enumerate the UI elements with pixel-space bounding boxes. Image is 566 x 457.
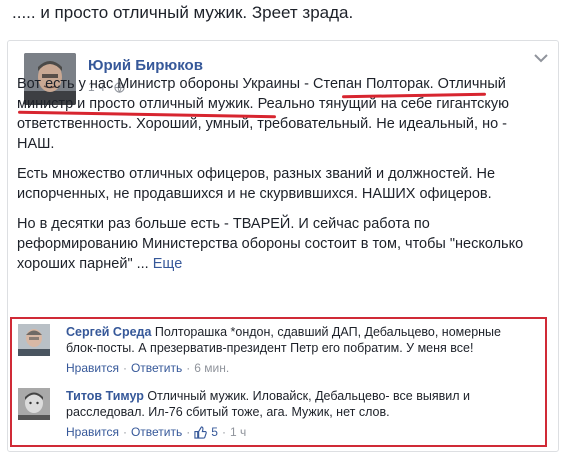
- thumbs-up-icon: [194, 425, 208, 439]
- post-body: Вот есть у нас Министр обороны Украины -…: [17, 74, 545, 284]
- commenter-name[interactable]: Сергей Среда: [66, 325, 151, 339]
- post-paragraph: Есть множество отличных офицеров, разных…: [17, 166, 496, 202]
- commenter-name[interactable]: Титов Тимур: [66, 389, 144, 403]
- comment-time[interactable]: 6 мин.: [194, 360, 229, 376]
- comment-text: Сергей Среда Полторашка *ондон, сдавший …: [66, 325, 501, 355]
- chevron-down-icon[interactable]: [534, 53, 548, 63]
- comment-time[interactable]: 1 ч: [230, 424, 246, 440]
- commenter-avatar[interactable]: [18, 388, 50, 420]
- comment-actions: Нравится · Ответить · 6 мин.: [66, 360, 230, 376]
- reply-link[interactable]: Ответить: [131, 360, 182, 376]
- reply-link[interactable]: Ответить: [131, 424, 182, 440]
- see-more-link[interactable]: Еще: [153, 256, 183, 272]
- post-paragraph: Но в десятки раз больше есть - ТВАРЕЙ. И…: [17, 216, 524, 272]
- commenter-avatar[interactable]: [18, 324, 50, 356]
- comment-text: Титов Тимур Отличный мужик. Иловайск, Де…: [66, 389, 470, 419]
- caption-text: ..... и просто отличный мужик. Зреет зра…: [12, 3, 354, 22]
- author-name[interactable]: Юрий Бирюков: [88, 57, 203, 74]
- likes-count[interactable]: 5: [211, 424, 218, 440]
- like-link[interactable]: Нравится: [66, 424, 119, 440]
- comment-actions: Нравится · Ответить · 5 · 1 ч: [66, 424, 247, 440]
- like-link[interactable]: Нравится: [66, 360, 119, 376]
